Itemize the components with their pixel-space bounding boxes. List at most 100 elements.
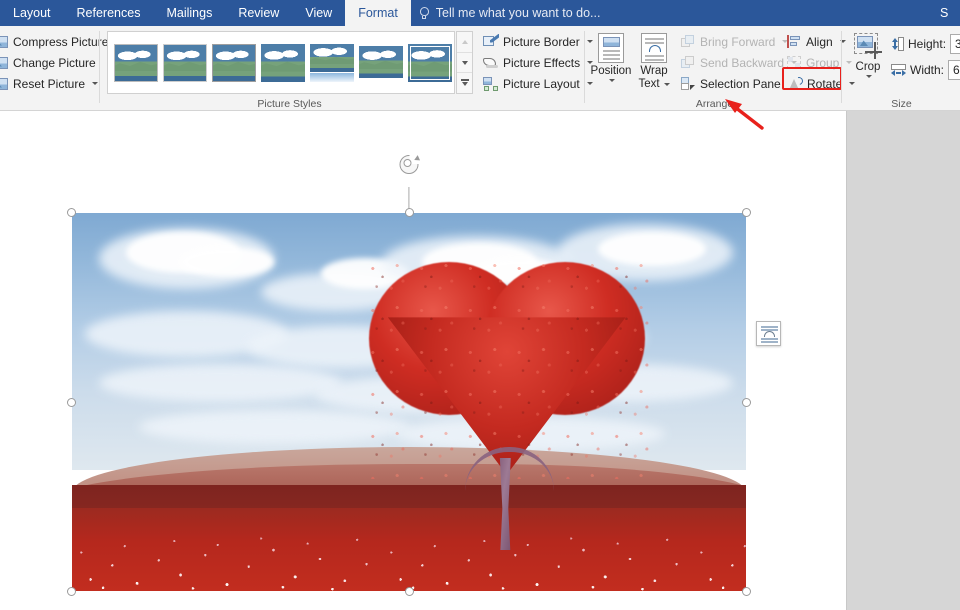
picture-layout-button[interactable]: Picture Layout xyxy=(480,73,596,94)
bring-forward-icon xyxy=(681,35,695,48)
width-row: Width: 6.5 xyxy=(891,59,960,81)
group-label-picture-styles: Picture Styles xyxy=(257,98,322,110)
picture-layout-label: Picture Layout xyxy=(503,76,580,91)
rotate-handle[interactable] xyxy=(399,154,422,174)
style-thumb-2[interactable] xyxy=(212,43,256,82)
selection-pane-button[interactable]: Selection Pane xyxy=(678,73,800,94)
chevron-down-icon[interactable] xyxy=(92,82,99,85)
tab-review[interactable]: Review xyxy=(225,0,292,26)
chevron-down-icon xyxy=(461,60,468,65)
wrap-text-label-line1: Wrap xyxy=(640,65,668,77)
reset-picture-icon xyxy=(0,77,8,90)
group-divider xyxy=(584,31,585,103)
send-backward-label: Send Backward xyxy=(700,55,785,70)
handle-middle-right[interactable] xyxy=(742,397,751,407)
handle-top-left[interactable] xyxy=(67,208,76,217)
tab-format[interactable]: Format xyxy=(345,0,411,26)
tab-references[interactable]: References xyxy=(64,0,154,26)
chevron-down-icon[interactable] xyxy=(663,82,670,86)
compress-pictures-icon xyxy=(0,35,8,48)
picture-effects-label: Picture Effects xyxy=(503,55,581,70)
handle-top-center[interactable] xyxy=(404,208,414,217)
gallery-scroll-down-button[interactable] xyxy=(457,53,472,74)
tell-me-search[interactable]: Tell me what you want to do... xyxy=(411,0,611,26)
crop-label: Crop xyxy=(855,61,881,73)
style-thumb-3[interactable] xyxy=(261,43,305,82)
chevron-up-icon xyxy=(461,39,468,44)
word-window: Layout References Mailings Review View F… xyxy=(0,0,960,610)
tab-layout[interactable]: Layout xyxy=(0,0,64,26)
group-label: Group xyxy=(806,55,840,70)
crop-button[interactable]: Crop xyxy=(847,30,889,92)
change-picture-icon xyxy=(0,56,8,69)
group-label-size: Size xyxy=(891,98,912,110)
position-button[interactable]: Position xyxy=(590,30,632,92)
rotate-icon xyxy=(787,75,805,90)
chevron-down-icon[interactable] xyxy=(609,79,615,82)
tab-mailings[interactable]: Mailings xyxy=(153,0,225,26)
gallery-scrollbar[interactable] xyxy=(456,31,473,94)
ribbon-tab-bar: Layout References Mailings Review View F… xyxy=(0,0,960,26)
send-backward-button: Send Backward xyxy=(678,52,800,73)
picture-border-label: Picture Border xyxy=(503,34,580,49)
width-label: Width: xyxy=(910,63,945,77)
height-input[interactable]: 3.6 xyxy=(950,34,960,54)
picture-effects-button[interactable]: Picture Effects xyxy=(480,52,596,73)
align-label: Align xyxy=(806,34,833,49)
group-size: Crop Height: 3.6 Width: 6.5 Size xyxy=(843,26,960,111)
style-thumb-4[interactable] xyxy=(310,43,354,82)
width-icon xyxy=(891,63,906,77)
height-row: Height: 3.6 xyxy=(891,33,960,55)
tell-me-label: Tell me what you want to do... xyxy=(435,6,601,20)
layout-options-button[interactable] xyxy=(756,321,781,346)
wrap-text-icon xyxy=(641,33,667,63)
change-picture-label: Change Picture xyxy=(13,55,96,70)
position-label: Position xyxy=(590,65,632,77)
send-backward-icon xyxy=(681,56,695,69)
group-icon xyxy=(787,56,801,69)
group-divider xyxy=(841,31,842,103)
group-divider xyxy=(99,31,100,103)
chevron-down-icon[interactable] xyxy=(866,75,872,78)
group-adjust: Compress Pictures Change Picture Reset P… xyxy=(0,26,114,111)
picture-styles-gallery[interactable] xyxy=(107,31,455,94)
document-area xyxy=(0,111,960,610)
arc-icon xyxy=(764,331,775,337)
handle-bottom-right[interactable] xyxy=(742,587,751,596)
selection-pane-label: Selection Pane xyxy=(700,76,781,91)
picture-layout-icon xyxy=(483,76,498,91)
style-thumb-1[interactable] xyxy=(163,43,207,82)
document-page[interactable] xyxy=(0,111,846,610)
group-picture-styles: Picture Styles xyxy=(101,26,478,111)
picture-heart-tree[interactable] xyxy=(72,213,746,591)
handle-bottom-left[interactable] xyxy=(67,587,76,596)
bring-forward-label: Bring Forward xyxy=(700,34,776,49)
tab-view[interactable]: View xyxy=(292,0,345,26)
height-label: Height: xyxy=(908,37,947,51)
gallery-more-button[interactable] xyxy=(457,73,472,93)
style-thumb-6-selected[interactable] xyxy=(408,43,452,82)
rotate-label: Rotate xyxy=(807,76,843,91)
bring-forward-button: Bring Forward xyxy=(678,31,800,52)
width-input[interactable]: 6.5 xyxy=(948,60,960,80)
gallery-scroll-up-button[interactable] xyxy=(457,32,472,53)
selected-picture-container[interactable] xyxy=(67,154,751,596)
selection-pane-icon xyxy=(681,77,695,90)
align-icon xyxy=(787,35,801,48)
wrap-text-button[interactable]: Wrap Text xyxy=(633,30,675,92)
handle-middle-left[interactable] xyxy=(67,397,76,407)
picture-effects-icon xyxy=(483,56,498,69)
heart-tree xyxy=(363,257,651,551)
position-icon xyxy=(598,33,624,63)
style-thumb-0[interactable] xyxy=(114,43,158,82)
handle-top-right[interactable] xyxy=(742,208,751,217)
lightbulb-icon xyxy=(419,6,430,20)
handle-bottom-center[interactable] xyxy=(404,587,414,596)
crop-icon xyxy=(854,33,882,59)
heart-canopy xyxy=(363,257,651,479)
style-thumb-5[interactable] xyxy=(359,43,403,82)
picture-border-button[interactable]: Picture Border xyxy=(480,31,596,52)
reset-picture-label: Reset Picture xyxy=(13,76,86,91)
share-button[interactable]: S xyxy=(940,0,960,26)
group-arrange: Position Wrap Text Bring Forward Send Ba… xyxy=(586,26,856,111)
